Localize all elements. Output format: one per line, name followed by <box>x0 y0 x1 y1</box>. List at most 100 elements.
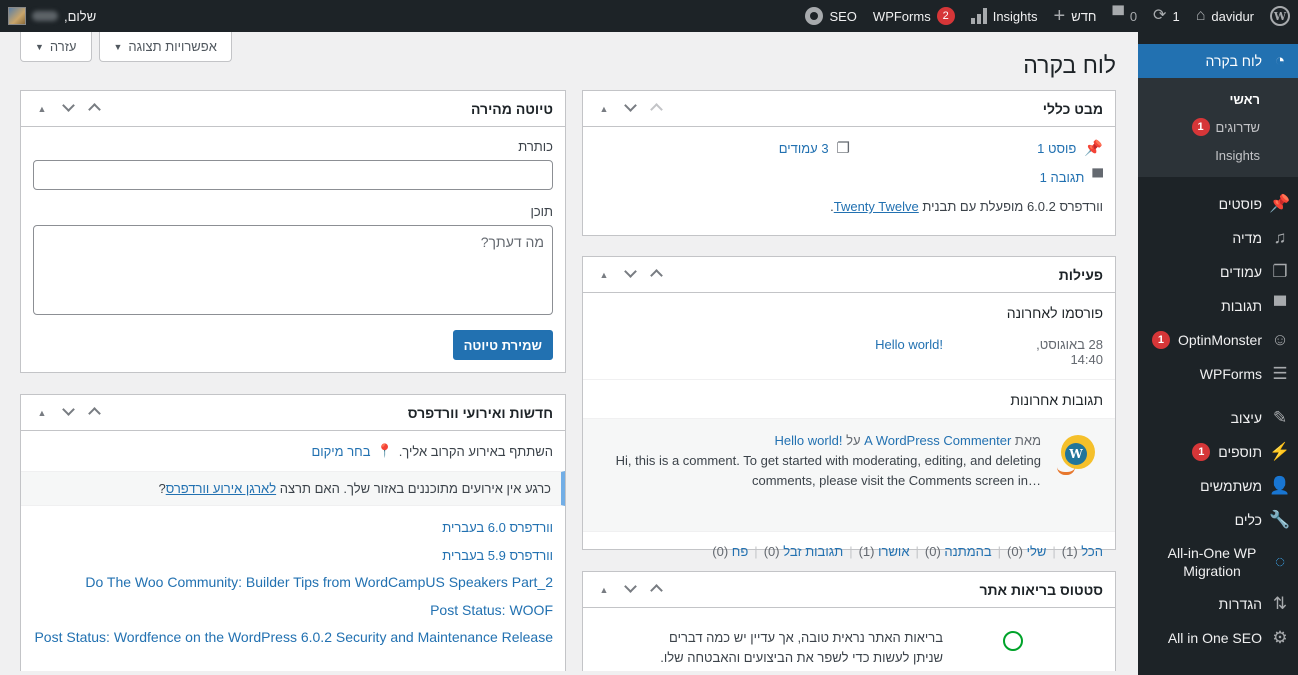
menu-users[interactable]: 👤משתמשים <box>1138 469 1298 503</box>
menu-posts[interactable]: 📌פוסטים <box>1138 187 1298 221</box>
move-up-button[interactable] <box>85 101 103 117</box>
help-button[interactable]: עזרה▼ <box>20 32 92 62</box>
toggle-panel-icon[interactable]: ▲ <box>595 270 613 280</box>
move-up-button[interactable] <box>647 101 665 117</box>
screen-options-label: אפשרויות תצוגה <box>128 39 216 54</box>
draft-content-textarea[interactable] <box>33 225 553 315</box>
widget-header: טיוטה מהירה ▲ <box>21 91 565 127</box>
my-account-menu[interactable]: שלום, <box>8 0 96 32</box>
news-item[interactable]: Post Status: WOOF <box>33 597 553 625</box>
help-label: עזרה <box>50 39 77 54</box>
menu-wpforms[interactable]: ☰WPForms <box>1138 357 1298 391</box>
news-item[interactable]: Do The Woo Community: Builder Tips from … <box>33 569 553 597</box>
glance-pages[interactable]: ❐3 עמודים <box>779 139 850 157</box>
comment-author-link[interactable]: A WordPress Commenter <box>864 433 1011 448</box>
toggle-panel-icon[interactable]: ▲ <box>595 104 613 114</box>
filter-approved[interactable]: אושרו (1) <box>859 544 910 559</box>
published-row: 28 באוגוסט, 14:40 Hello world! <box>595 329 1103 379</box>
menu-comments[interactable]: ▀תגובות <box>1138 289 1298 323</box>
submenu-home[interactable]: ראשי <box>1138 85 1298 113</box>
draft-title-input[interactable] <box>33 160 553 190</box>
news-item[interactable]: Post Status: Wordfence on the WordPress … <box>33 624 553 652</box>
commenter-avatar: W <box>1055 431 1099 475</box>
menu-dashboard[interactable]: ◔ לוח בקרה <box>1138 44 1298 78</box>
filter-mine[interactable]: שלי (0) <box>1007 544 1046 559</box>
menu-label: משתמשים <box>1200 478 1262 494</box>
new-content-menu[interactable]: + חדש <box>1046 0 1105 32</box>
screen-options-button[interactable]: אפשרויות תצוגה▼ <box>99 32 232 62</box>
move-up-button[interactable] <box>647 582 665 598</box>
menu-plugins[interactable]: ⚡תוספים1 <box>1138 435 1298 469</box>
organize-event-link[interactable]: לארגן אירוע וורדפרס <box>166 481 276 496</box>
menu-pages[interactable]: ❐עמודים <box>1138 255 1298 289</box>
news-item[interactable]: וורדפרס 6.0 בעברית <box>33 514 553 542</box>
insights-menu[interactable]: Insights <box>963 0 1046 32</box>
plugins-icon: ⚡ <box>1270 442 1290 462</box>
version-text: וורדפרס 6.0.2 מופעלת עם תבנית <box>922 199 1103 214</box>
menu-tools[interactable]: 🔧כלים <box>1138 503 1298 537</box>
menu-label: תוספים <box>1218 444 1262 460</box>
move-down-button[interactable] <box>621 101 639 117</box>
menu-all-in-one-wp-migration[interactable]: ◌All-in-One WP Migration <box>1138 537 1298 587</box>
posts-count: פוסט 1 <box>1037 141 1076 156</box>
glance-comments[interactable]: ▀תגובה 1 <box>1040 169 1103 186</box>
menu-label: כלים <box>1235 512 1262 528</box>
no-events-text: כרגע אין אירועים מתוכננים באזור שלך. האם… <box>280 481 551 496</box>
move-down-button[interactable] <box>59 101 77 117</box>
news-events-widget: חדשות ואירועי וורדפרס ▲ השתתף באירוע הקר… <box>20 394 566 675</box>
punctuation: ? <box>158 481 165 496</box>
move-down-button[interactable] <box>621 267 639 283</box>
updates-menu[interactable]: ⟳ 1 <box>1145 0 1188 32</box>
submenu-insights[interactable]: Insights <box>1138 141 1298 169</box>
move-down-button[interactable] <box>621 582 639 598</box>
submenu-updates[interactable]: שדרוגים1 <box>1138 113 1298 141</box>
comment-post-link[interactable]: Hello world! <box>775 433 843 448</box>
theme-link[interactable]: Twenty Twelve <box>834 199 919 214</box>
widget-title: פעילות <box>1059 267 1103 283</box>
site-health-widget: סטטוס בריאות אתר ▲ בריאות האתר נראית טוב… <box>582 571 1116 675</box>
comments-menu[interactable]: ▀ 0 <box>1104 0 1145 32</box>
main-content: אפשרויות תצוגה▼ עזרה▼ לוח בקרה מבט כללי … <box>0 32 1138 675</box>
dashboard-icon: ◔ <box>1270 51 1290 71</box>
seo-label: SEO <box>829 9 856 24</box>
save-draft-button[interactable]: שמירת טיוטה <box>453 330 553 360</box>
site-health-text: בריאות האתר נראית טובה, אך עדיין יש כמה … <box>643 628 943 668</box>
filter-spam[interactable]: תגובות זבל (0) <box>764 544 844 559</box>
toggle-panel-icon[interactable]: ▲ <box>595 585 613 595</box>
site-name: davidur <box>1211 9 1254 24</box>
menu-media[interactable]: ♫מדיה <box>1138 221 1298 255</box>
from-label: מאת <box>1015 433 1041 448</box>
move-down-button[interactable] <box>59 405 77 421</box>
menu-appearance[interactable]: ✎עיצוב <box>1138 401 1298 435</box>
menu-optinmonster[interactable]: ☺OptinMonster1 <box>1138 323 1298 357</box>
wordpress-logo-menu[interactable]: W <box>1262 0 1298 32</box>
seo-gear-icon <box>805 7 823 25</box>
news-item[interactable]: וורדפרס 5.9 בעברית <box>33 542 553 570</box>
filter-all[interactable]: הכל (1) <box>1062 544 1103 559</box>
glance-posts[interactable]: 📌פוסט 1 <box>1037 139 1103 157</box>
title-label: כותרת <box>33 139 553 154</box>
menu-label: הגדרות <box>1219 596 1262 612</box>
menu-settings[interactable]: ⇅הגדרות <box>1138 587 1298 621</box>
recent-comments: תגובות אחרונות <box>583 380 1115 418</box>
published-post-link[interactable]: Hello world! <box>875 337 943 367</box>
menu-all-in-one-seo[interactable]: ⚙All in One SEO <box>1138 621 1298 655</box>
seo-menu[interactable]: SEO <box>797 0 864 32</box>
move-up-button[interactable] <box>647 267 665 283</box>
wpforms-menu[interactable]: WPForms 2 <box>865 0 963 32</box>
site-name-menu[interactable]: ⌂ davidur <box>1188 0 1262 32</box>
bar-chart-icon <box>971 8 987 24</box>
wpforms-badge: 2 <box>937 7 955 25</box>
move-up-button[interactable] <box>85 405 103 421</box>
toggle-panel-icon[interactable]: ▲ <box>33 408 51 418</box>
widget-title: טיוטה מהירה <box>471 101 553 117</box>
at-a-glance-widget: מבט כללי ▲ 📌פוסט 1 ❐3 עמודים ▀תגובה 1 וו… <box>582 90 1116 236</box>
horizontal-scrollbar[interactable] <box>0 671 1138 675</box>
filter-pending[interactable]: בהמתנה (0) <box>925 544 992 559</box>
select-location-link[interactable]: בחר מיקום <box>311 444 370 459</box>
greeting: שלום, <box>64 9 96 24</box>
filter-trash[interactable]: פח (0) <box>712 544 748 559</box>
toggle-panel-icon[interactable]: ▲ <box>33 104 51 114</box>
screen-meta-links: אפשרויות תצוגה▼ עזרה▼ <box>20 32 232 62</box>
submenu-label: ראשי <box>1230 92 1261 107</box>
